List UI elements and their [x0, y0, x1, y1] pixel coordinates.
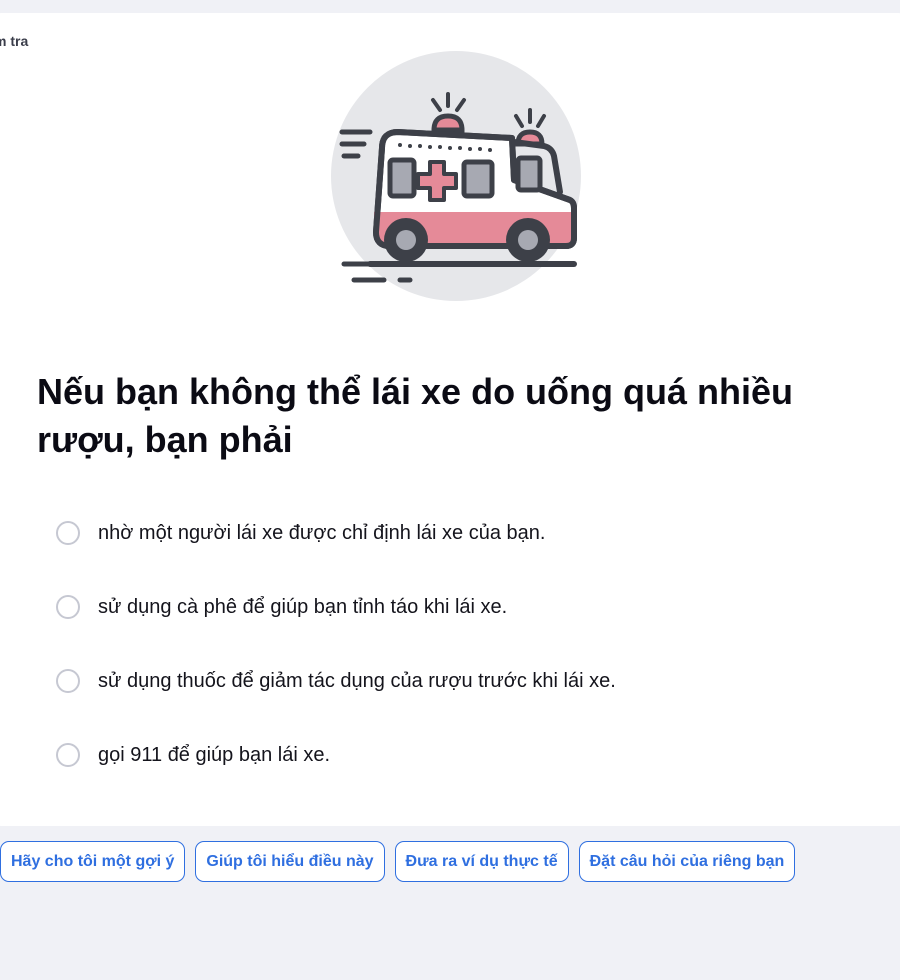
answer-option-label: nhờ một người lái xe được chỉ định lái x… — [98, 521, 546, 544]
radio-button[interactable] — [56, 521, 80, 545]
answer-option-label: sử dụng cà phê để giúp bạn tỉnh táo khi … — [98, 595, 508, 618]
answer-option-4[interactable]: gọi 911 để giúp bạn lái xe. — [54, 734, 874, 776]
answer-option-3[interactable]: sử dụng thuốc để giảm tác dụng của rượu … — [54, 660, 874, 702]
radio-button[interactable] — [56, 595, 80, 619]
answer-option-2[interactable]: sử dụng cà phê để giúp bạn tỉnh táo khi … — [54, 586, 874, 628]
ask-question-button[interactable]: Đặt câu hỏi của riêng bạn — [578, 841, 796, 882]
answer-option-label: gọi 911 để giúp bạn lái xe. — [98, 743, 331, 766]
real-example-button[interactable]: Đưa ra ví dụ thực tế — [394, 841, 569, 882]
question-text: Nếu bạn không thể lái xe do uống quá nhi… — [37, 371, 794, 460]
explain-button[interactable]: Giúp tôi hiểu điều này — [195, 841, 385, 882]
answer-option-1[interactable]: nhờ một người lái xe được chỉ định lái x… — [54, 512, 874, 554]
ambulance-icon — [331, 51, 581, 301]
hint-button[interactable]: Hãy cho tôi một gợi ý — [0, 841, 186, 882]
answer-options: nhờ một người lái xe được chỉ định lái x… — [54, 512, 874, 808]
help-actions: Hãy cho tôi một gợi ý Giúp tôi hiểu điều… — [0, 841, 796, 882]
answer-option-label: sử dụng thuốc để giảm tác dụng của rượu … — [98, 669, 616, 692]
radio-button[interactable] — [56, 669, 80, 693]
ambulance-illustration — [330, 50, 582, 302]
radio-button[interactable] — [56, 743, 80, 767]
breadcrumb: m tra — [0, 33, 29, 49]
